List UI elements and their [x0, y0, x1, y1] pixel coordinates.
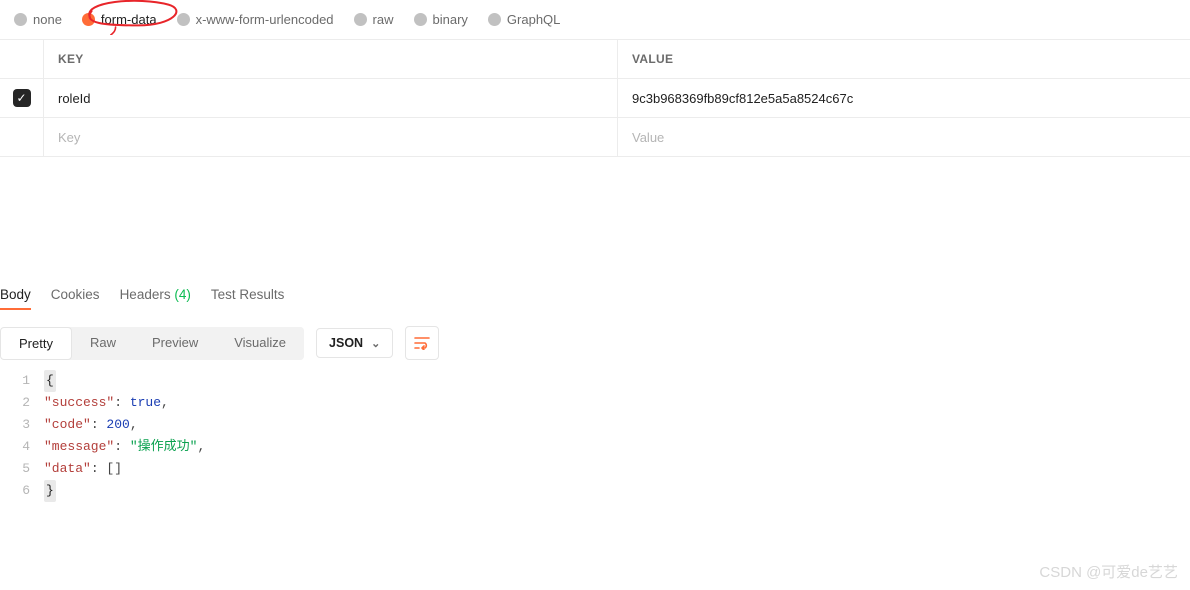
watermark: CSDN @可爱de艺艺 [1039, 561, 1178, 582]
body-type-binary[interactable]: binary [414, 12, 468, 27]
tab-body[interactable]: Body [0, 287, 31, 310]
body-type-label: x-www-form-urlencoded [196, 12, 334, 27]
body-type-label: raw [373, 12, 394, 27]
placeholder-check-cell [0, 118, 44, 156]
body-type-label: form-data [101, 12, 157, 27]
chevron-down-icon: ⌄ [371, 337, 380, 350]
view-visualize[interactable]: Visualize [216, 327, 304, 360]
table-header-check-cell [0, 40, 44, 78]
row-key-cell[interactable]: roleId [44, 79, 618, 117]
placeholder-value[interactable]: Value [618, 118, 1190, 156]
table-header-value: VALUE [618, 40, 1190, 78]
headers-count: (4) [174, 287, 191, 302]
radio-dot-icon [14, 13, 27, 26]
body-type-label: none [33, 12, 62, 27]
tab-cookies[interactable]: Cookies [51, 287, 100, 310]
radio-dot-icon [354, 13, 367, 26]
body-type-none[interactable]: none [14, 12, 62, 27]
line-number: 2 [0, 392, 44, 414]
view-preview[interactable]: Preview [134, 327, 216, 360]
code-line: 5 "data": [] [0, 458, 1190, 480]
line-number: 6 [0, 480, 44, 502]
tab-test-results[interactable]: Test Results [211, 287, 285, 310]
body-type-label: GraphQL [507, 12, 560, 27]
response-tabs: Body Cookies Headers (4) Test Results [0, 287, 1190, 318]
row-value-cell[interactable]: 9c3b968369fb89cf812e5a5a8524c67c [618, 79, 1190, 117]
code-line: 3 "code": 200, [0, 414, 1190, 436]
brace-open: { [44, 370, 56, 392]
placeholder-key[interactable]: Key [44, 118, 618, 156]
table-header-key: KEY [44, 40, 618, 78]
table-placeholder-row[interactable]: Key Value [0, 118, 1190, 157]
response-format-dropdown[interactable]: JSON ⌄ [316, 328, 393, 358]
line-number: 3 [0, 414, 44, 436]
line-number: 1 [0, 370, 44, 392]
form-data-table: KEY VALUE ✓ roleId 9c3b968369fb89cf812e5… [0, 39, 1190, 157]
view-pretty[interactable]: Pretty [0, 327, 72, 360]
tab-headers-label: Headers [120, 287, 171, 302]
code-line: 1 { [0, 370, 1190, 392]
code-line: 4 "message": "操作成功", [0, 436, 1190, 458]
table-row: ✓ roleId 9c3b968369fb89cf812e5a5a8524c67… [0, 79, 1190, 118]
format-dropdown-label: JSON [329, 336, 363, 350]
table-header-row: KEY VALUE [0, 40, 1190, 79]
radio-dot-icon [488, 13, 501, 26]
response-body: 1 { 2 "success": true, 3 "code": 200, 4 … [0, 366, 1190, 502]
body-type-form-data[interactable]: form-data [82, 12, 157, 27]
body-type-graphql[interactable]: GraphQL [488, 12, 560, 27]
code-line: 2 "success": true, [0, 392, 1190, 414]
radio-dot-icon [82, 13, 95, 26]
body-type-raw[interactable]: raw [354, 12, 394, 27]
code-line: 6 } [0, 480, 1190, 502]
radio-dot-icon [414, 13, 427, 26]
body-type-row: none form-data x-www-form-urlencoded raw… [0, 0, 1190, 39]
row-checkbox[interactable]: ✓ [13, 89, 31, 107]
response-view-row: Pretty Raw Preview Visualize JSON ⌄ [0, 318, 1190, 366]
line-number: 5 [0, 458, 44, 480]
view-mode-group: Pretty Raw Preview Visualize [0, 327, 304, 360]
brace-close: } [44, 480, 56, 502]
body-type-label: binary [433, 12, 468, 27]
wrap-icon [414, 336, 430, 350]
radio-dot-icon [177, 13, 190, 26]
body-type-x-www-form-urlencoded[interactable]: x-www-form-urlencoded [177, 12, 334, 27]
wrap-lines-button[interactable] [405, 326, 439, 360]
view-raw[interactable]: Raw [72, 327, 134, 360]
tab-headers[interactable]: Headers (4) [120, 287, 191, 310]
line-number: 4 [0, 436, 44, 458]
